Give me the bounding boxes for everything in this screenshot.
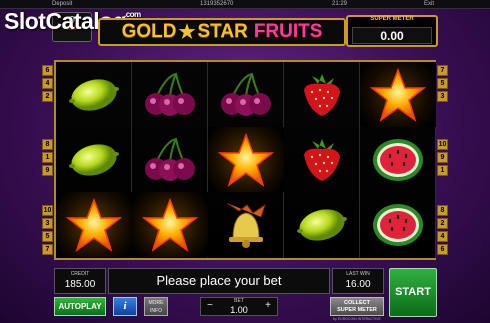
star-icon xyxy=(56,192,132,257)
payline-9-marker: 9 xyxy=(437,152,448,163)
payline-7-marker: 7 xyxy=(437,65,448,76)
reel-3 xyxy=(208,62,284,258)
super-meter-value: 0.00 xyxy=(352,27,432,44)
credit-label: CREDIT xyxy=(70,271,90,277)
payline-9-marker: 9 xyxy=(42,165,53,176)
collect-line1: COLLECT xyxy=(344,300,370,306)
payline-5-marker: 5 xyxy=(42,231,53,242)
cherries-icon xyxy=(132,62,208,127)
payline-7-marker: 7 xyxy=(42,244,53,255)
payline-10-marker: 10 xyxy=(42,205,53,216)
bell-icon xyxy=(208,192,284,257)
info-button[interactable]: i xyxy=(113,297,137,316)
reel-grid xyxy=(54,60,436,260)
star-icon xyxy=(132,192,208,257)
cherries-icon xyxy=(132,127,208,192)
star-icon xyxy=(360,62,436,127)
reel-5 xyxy=(360,62,436,258)
lemon-icon xyxy=(56,127,132,192)
payline-6-marker: 6 xyxy=(42,65,53,76)
bet-increase-button[interactable]: + xyxy=(265,300,271,311)
more-info-line2: INFO xyxy=(150,308,162,314)
collect-line2: SUPER METER xyxy=(337,307,377,313)
payline-1-marker: 1 xyxy=(42,152,53,163)
last-win-label: LAST WIN xyxy=(346,271,370,277)
watermelon-icon xyxy=(360,127,436,192)
clock: 21:29 xyxy=(332,1,348,7)
title-star: STAR xyxy=(197,21,248,42)
collect-super-meter-button[interactable]: COLLECT SUPER METER xyxy=(330,297,384,316)
autoplay-button[interactable]: AUTOPLAY xyxy=(54,297,106,316)
title-fruits: FRUITS xyxy=(253,21,323,42)
deposit-link[interactable]: Deposit xyxy=(52,1,72,7)
title-gold: GOLD xyxy=(121,21,177,42)
payline-4-marker: 4 xyxy=(42,78,53,89)
balance-readout: 1319352670 xyxy=(200,1,234,7)
star-icon xyxy=(208,127,284,192)
bet-control: − BET 1.00 + xyxy=(200,297,278,316)
start-button[interactable]: START xyxy=(389,268,437,317)
title-star-icon: ★ xyxy=(178,21,196,43)
super-meter: SUPER METER 0.00 xyxy=(346,15,438,47)
status-message: Please place your bet xyxy=(108,268,330,294)
lemon-icon xyxy=(56,62,132,127)
reel-1 xyxy=(56,62,132,258)
last-win-box: LAST WIN 16.00 xyxy=(332,268,384,294)
last-win-value: 16.00 xyxy=(345,279,371,290)
exit-link[interactable]: Exit xyxy=(424,1,434,7)
lemon-icon xyxy=(284,192,360,257)
payline-6-marker: 6 xyxy=(437,244,448,255)
strawberry-icon xyxy=(284,62,360,127)
credit-box: CREDIT 185.00 xyxy=(54,268,106,294)
watermelon-icon xyxy=(360,192,436,257)
more-info-line1: MORE xyxy=(148,300,164,306)
payline-4-marker: 4 xyxy=(437,231,448,242)
game-title: GOLD ★ STAR FRUITS xyxy=(98,18,346,46)
provider-credit: by EUROCOIN INTERACTIVE xyxy=(333,317,381,321)
super-meter-label: SUPER METER xyxy=(370,16,414,22)
payline-5-marker: 5 xyxy=(437,78,448,89)
payline-2-marker: 2 xyxy=(437,218,448,229)
payline-3-marker: 3 xyxy=(437,91,448,102)
reel-4 xyxy=(284,62,360,258)
payline-1-marker: 1 xyxy=(437,165,448,176)
payline-8-marker: 8 xyxy=(437,205,448,216)
more-info-button[interactable]: MORE INFO xyxy=(144,297,168,316)
reel-2 xyxy=(132,62,208,258)
payline-3-marker: 3 xyxy=(42,218,53,229)
credit-value: 185.00 xyxy=(64,279,96,290)
strawberry-icon xyxy=(284,127,360,192)
payline-2-marker: 2 xyxy=(42,91,53,102)
payline-10-marker: 10 xyxy=(437,139,448,150)
cherries-icon xyxy=(208,62,284,127)
payline-8-marker: 8 xyxy=(42,139,53,150)
